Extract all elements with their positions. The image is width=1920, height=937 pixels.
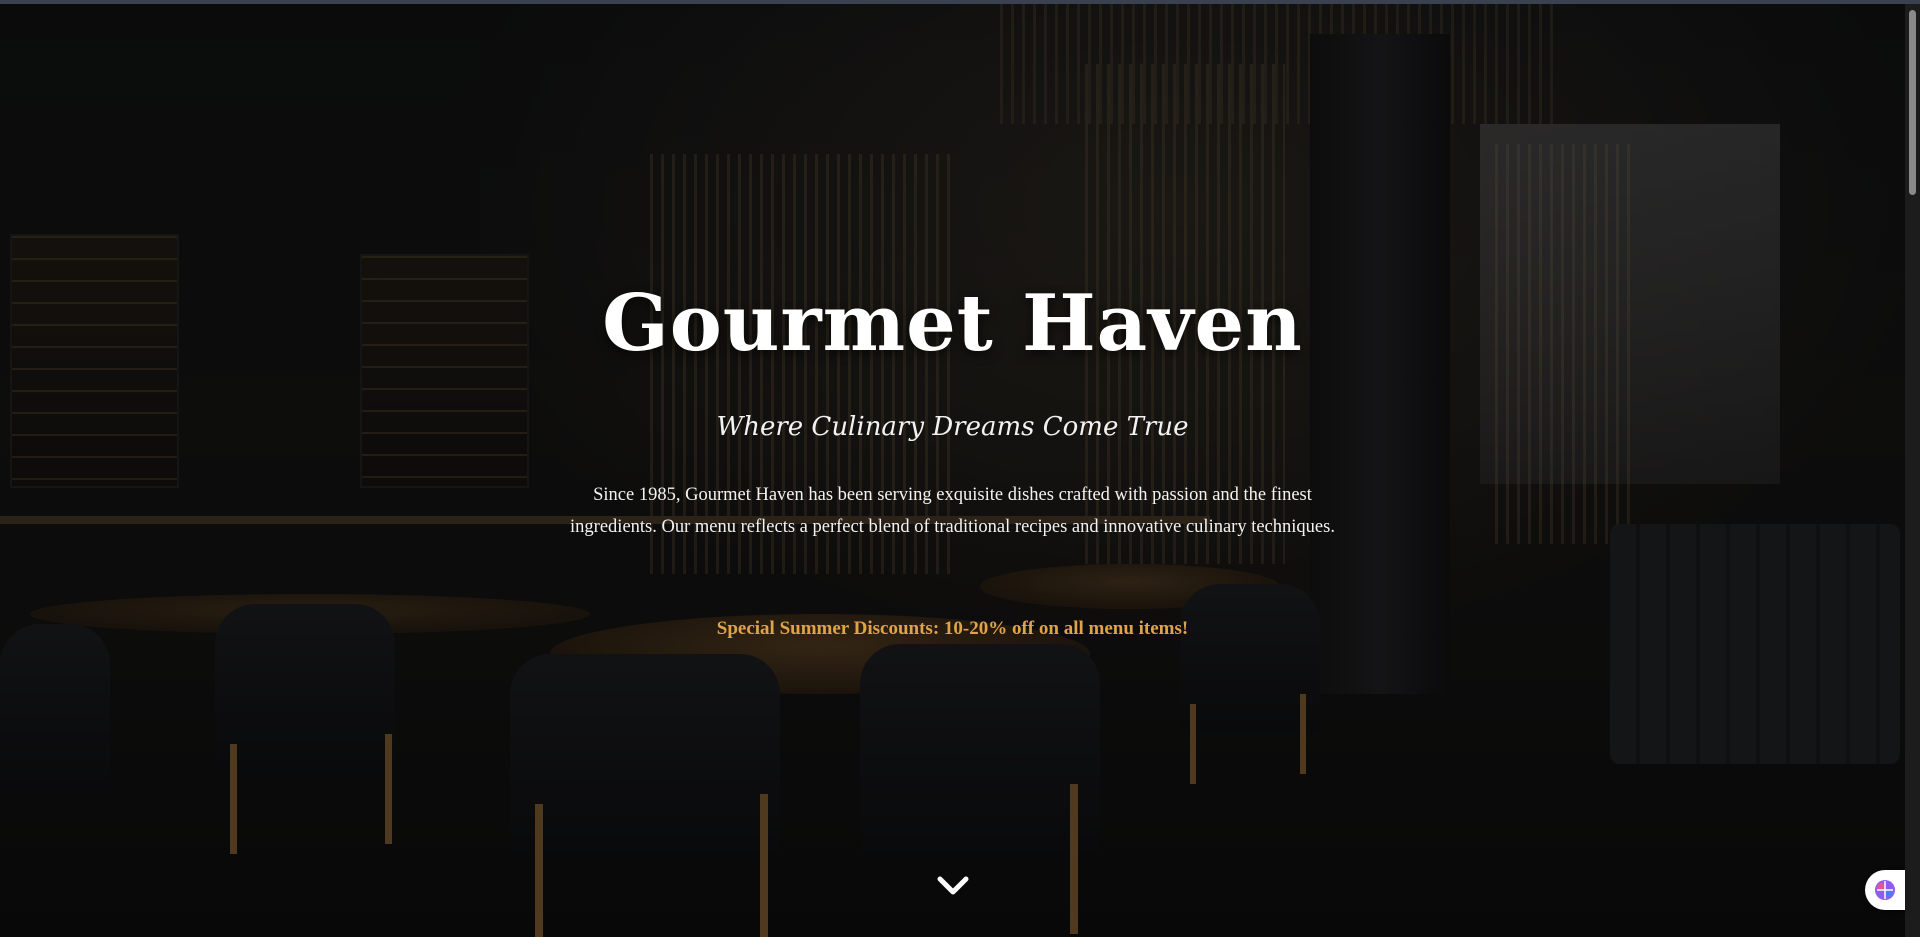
restaurant-tagline: Where Culinary Dreams Come True xyxy=(716,412,1189,442)
hero-section: Gourmet Haven Where Culinary Dreams Come… xyxy=(0,4,1905,937)
restaurant-description: Since 1985, Gourmet Haven has been servi… xyxy=(570,485,1335,537)
page-scrollbar[interactable] xyxy=(1905,4,1920,937)
restaurant-title: Gourmet Haven xyxy=(602,278,1303,369)
chevron-down-icon xyxy=(937,876,969,895)
scrollbar-thumb[interactable] xyxy=(1909,10,1916,195)
hero-overlay xyxy=(0,4,1905,937)
brain-icon xyxy=(1875,880,1895,900)
promo-banner: Special Summer Discounts: 10-20% off on … xyxy=(716,618,1189,639)
scroll-down-button[interactable] xyxy=(935,872,971,900)
extension-button[interactable] xyxy=(1865,870,1905,910)
